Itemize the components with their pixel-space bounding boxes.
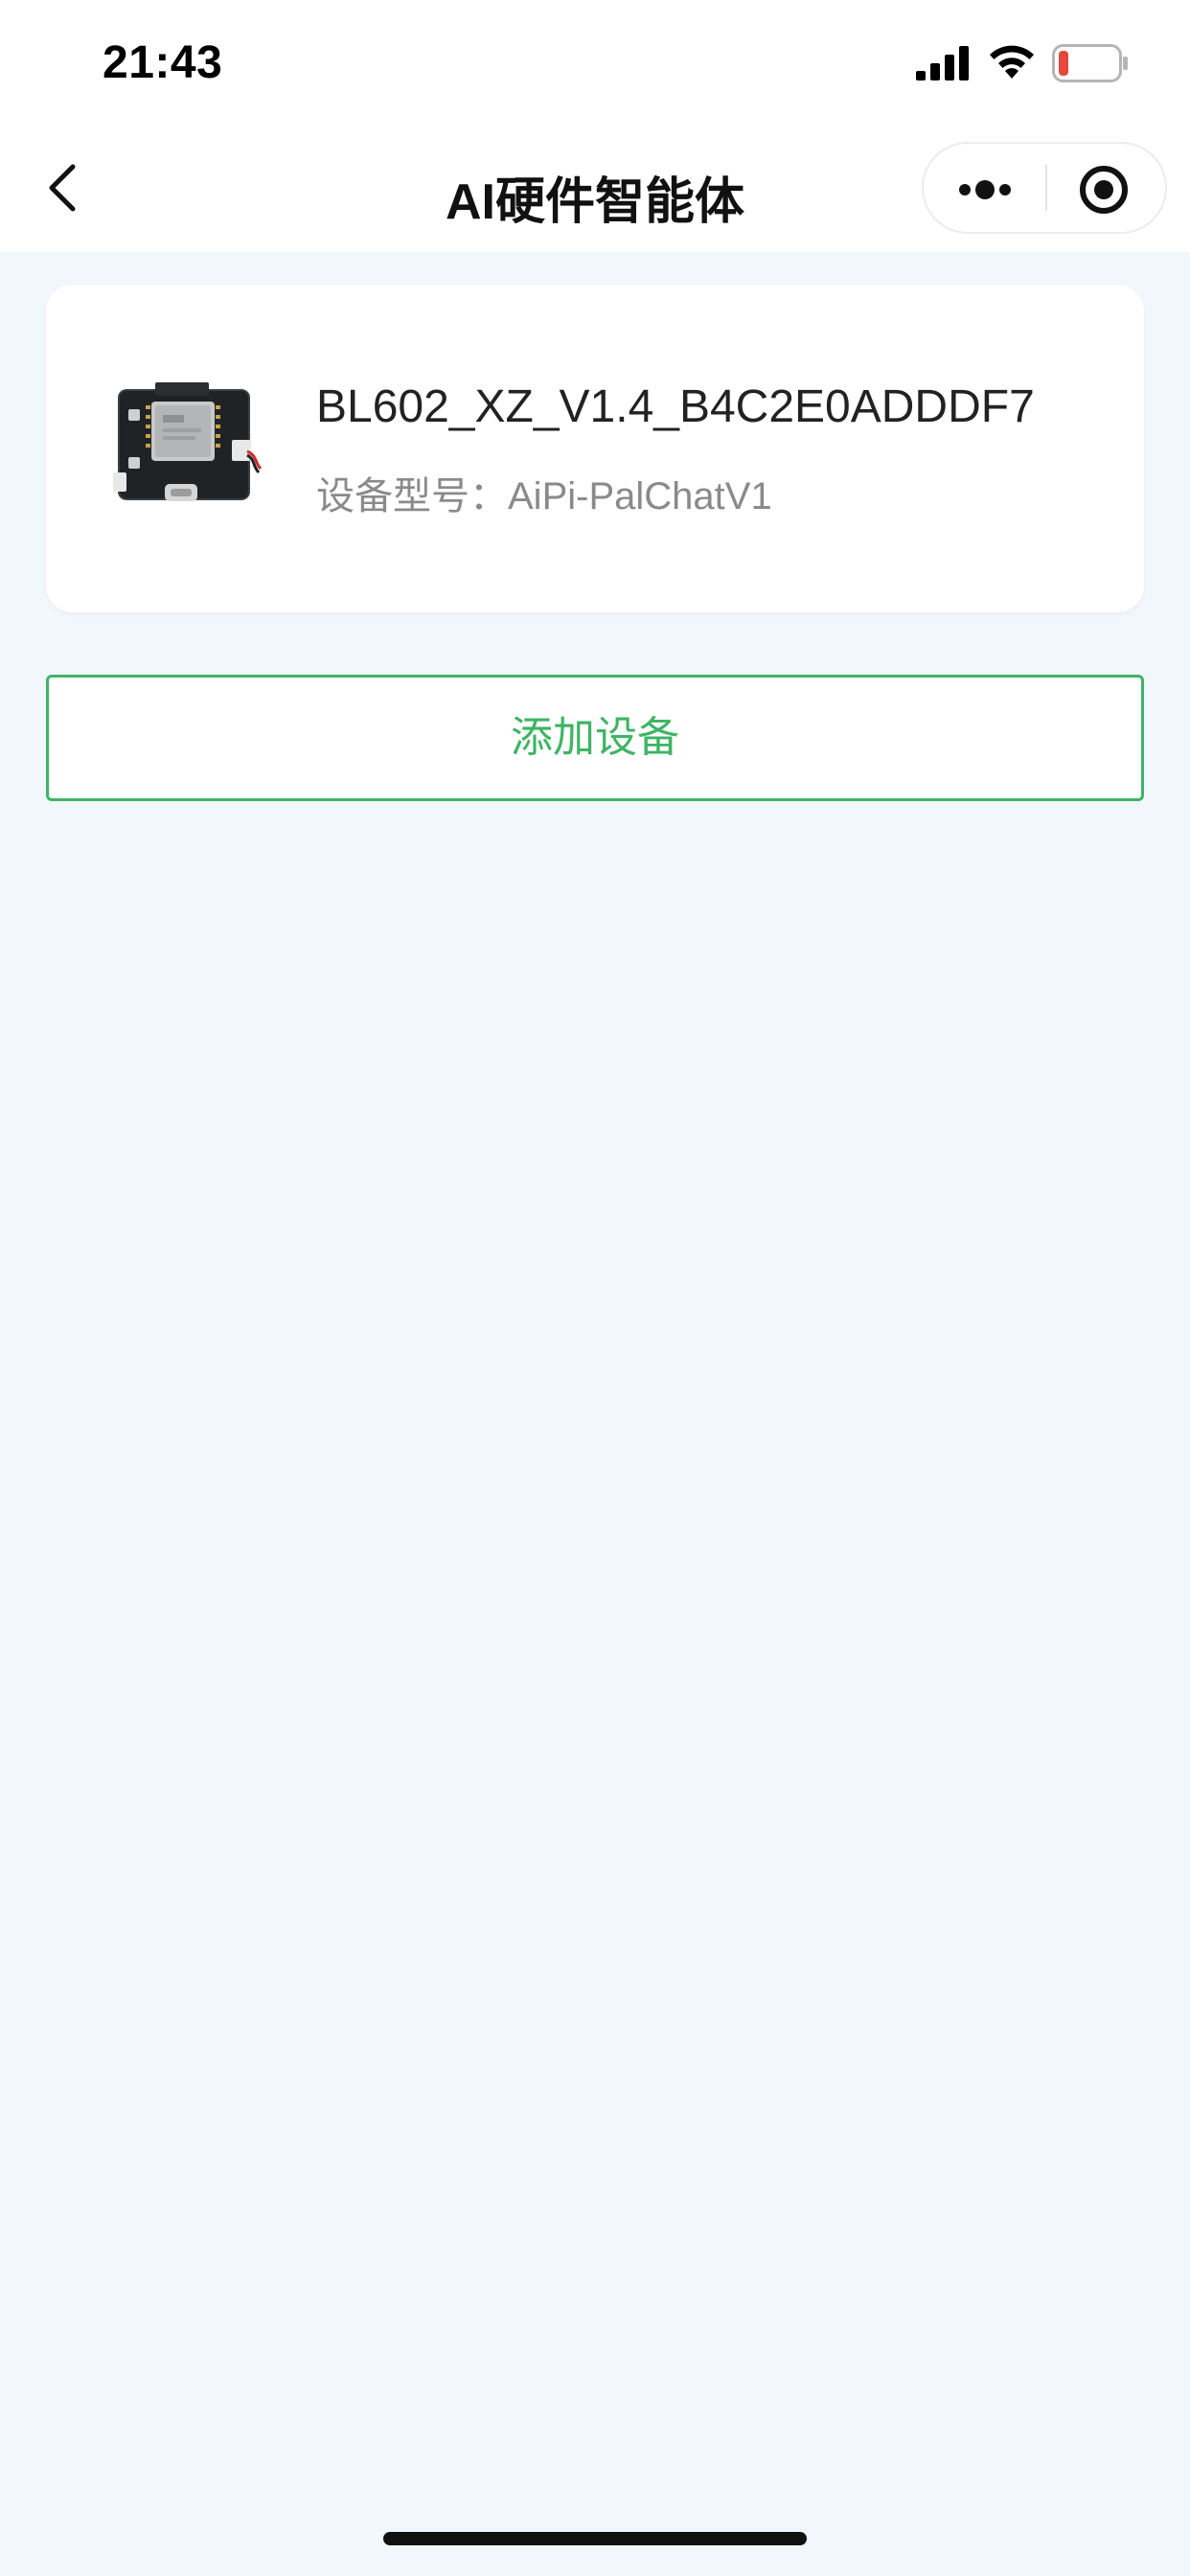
battery-low-icon bbox=[1052, 44, 1128, 82]
more-dots-icon[interactable] bbox=[924, 144, 1045, 232]
mini-program-capsule bbox=[922, 142, 1167, 234]
status-time: 21:43 bbox=[103, 37, 223, 88]
header-area: 21:43 AI硬件智能体 bbox=[0, 0, 1190, 252]
back-chevron-icon[interactable] bbox=[38, 153, 88, 222]
home-indicator[interactable] bbox=[383, 2532, 807, 2545]
device-model-label: 设备型号： bbox=[316, 475, 508, 518]
signal-icon bbox=[916, 46, 969, 80]
wifi-icon bbox=[990, 45, 1034, 79]
device-name: BL602_XZ_V1.4_B4C2E0ADDDF7 bbox=[316, 381, 1035, 432]
device-model: 设备型号：AiPi-PalChatV1 bbox=[316, 465, 772, 520]
target-close-icon[interactable] bbox=[1047, 144, 1165, 232]
device-card[interactable]: BL602_XZ_V1.4_B4C2E0ADDDF7 设备型号：AiPi-Pal… bbox=[46, 285, 1144, 612]
circuit-board-image bbox=[113, 382, 263, 501]
device-model-value: AiPi-PalChatV1 bbox=[508, 475, 772, 518]
add-device-button[interactable]: 添加设备 bbox=[46, 675, 1144, 801]
